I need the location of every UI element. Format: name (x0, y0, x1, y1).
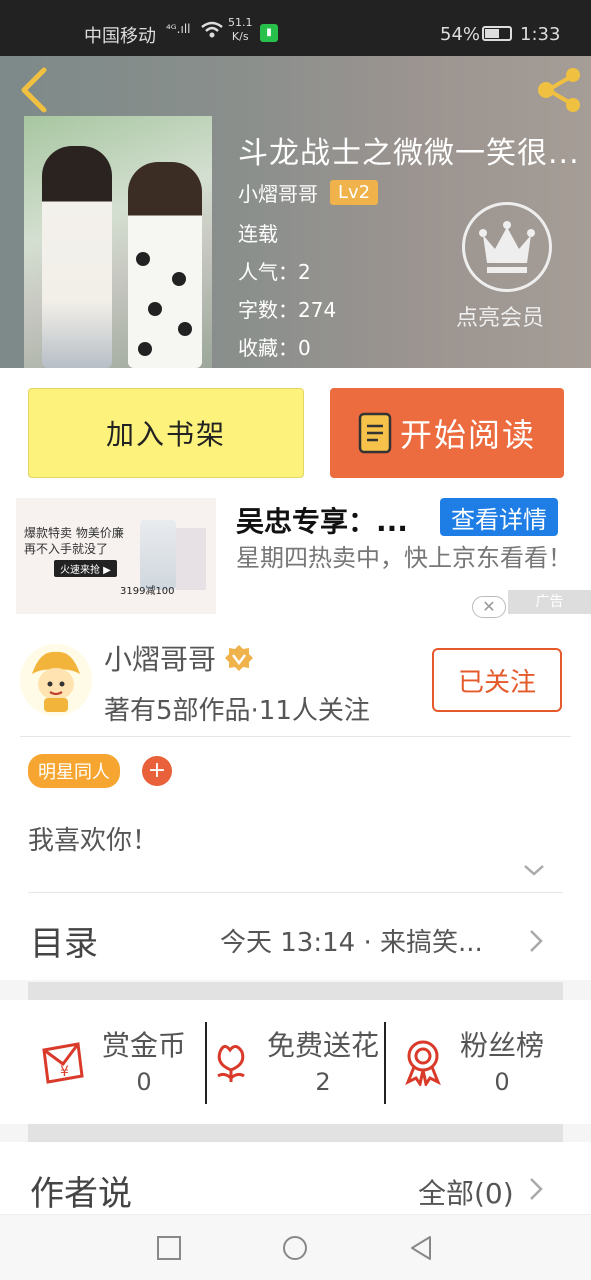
stat-label: 免费送花 (266, 1029, 379, 1062)
level-badge: Lv2 (330, 180, 379, 205)
clock: 1:33 (520, 24, 561, 45)
status-bar: 中国移动 ⁴ᴳ.ıll 51.1 K/s ▮ 54% 1:33 (0, 0, 591, 56)
wifi-icon (200, 20, 224, 45)
recent-apps-icon[interactable] (154, 1233, 184, 1263)
flower-icon[interactable] (206, 1036, 256, 1086)
ad-image[interactable]: 爆款特卖 物美价廉 再不入手就没了 火速来抢 ▶ 3199减100 (16, 498, 216, 614)
battery-icon (482, 26, 512, 41)
section-separator (28, 1124, 563, 1142)
ad-title[interactable]: 吴忠专享：... (236, 500, 408, 540)
follow-button[interactable]: 已关注 (432, 648, 562, 712)
book-intro: 我喜欢你！ (28, 826, 159, 856)
carrier-label: 中国移动 (84, 26, 156, 47)
ad-image-text: 再不入手就没了 (24, 542, 109, 556)
share-button[interactable] (534, 64, 584, 114)
stat-label: 赏金币 (101, 1029, 186, 1062)
add-tag-button[interactable]: + (142, 756, 172, 786)
stat-fan-ranking[interactable]: 粉丝榜 0 (452, 1024, 552, 1096)
author-says-all-link[interactable]: 全部(0) (418, 1172, 514, 1212)
book-status: 连载 (238, 222, 278, 246)
ad-tag: 广告 (508, 590, 591, 614)
stat-value: 0 (136, 1068, 152, 1096)
ad-image-price: 3199减100 (120, 586, 175, 597)
action-bar: 加入书架 开始阅读 (0, 368, 591, 496)
start-reading-button[interactable]: 开始阅读 (330, 388, 564, 478)
toc-label[interactable]: 目录 (30, 916, 98, 965)
battery-percent: 54% (440, 24, 481, 45)
section-separator (28, 982, 563, 1000)
avatar-image (32, 651, 80, 712)
medal-icon[interactable] (398, 1036, 448, 1086)
share-icon (538, 68, 580, 112)
author-section: 小熠哥哥 著有5部作品·11人关注 已关注 明星同人 + 我喜欢你！ 目录 今天… (0, 624, 591, 980)
back-nav-icon[interactable] (406, 1233, 436, 1263)
coin-envelope-icon[interactable]: ¥ (38, 1036, 88, 1086)
cover-figure (42, 146, 112, 368)
author-name[interactable]: 小熠哥哥 (104, 638, 254, 678)
network-speed: 51.1 K/s (228, 16, 253, 43)
start-reading-label: 开始阅读 (399, 416, 536, 454)
book-author[interactable]: 小熠哥哥 (238, 178, 318, 207)
author-name-label: 小熠哥哥 (104, 643, 217, 676)
add-to-shelf-button[interactable]: 加入书架 (28, 388, 304, 478)
vip-crown-button[interactable] (462, 202, 552, 292)
vertical-divider (384, 1022, 386, 1104)
book-icon (358, 412, 392, 454)
back-arrow-icon (21, 67, 47, 113)
book-cover[interactable] (24, 116, 212, 368)
ad-product-box (176, 528, 206, 590)
ad-image-button: 火速来抢 ▶ (54, 560, 117, 577)
ad-banner[interactable]: 爆款特卖 物美价廉 再不入手就没了 火速来抢 ▶ 3199减100 吴忠专享：.… (0, 496, 591, 624)
genre-tag[interactable]: 明星同人 (28, 754, 120, 788)
book-title: 斗龙战士之微微一笑很... (238, 136, 580, 171)
ad-details-button[interactable]: 查看详情 (440, 498, 558, 536)
book-author-line: 小熠哥哥 Lv2 (238, 178, 379, 207)
avatar[interactable] (20, 644, 92, 716)
chevron-right-icon[interactable] (528, 928, 544, 954)
stat-value: 0 (494, 1068, 510, 1096)
ad-close-button[interactable]: ✕ (472, 596, 506, 618)
stat-reward-coins[interactable]: 赏金币 0 (96, 1024, 192, 1096)
divider (20, 736, 571, 737)
divider (28, 892, 563, 893)
author-stats: 著有5部作品·11人关注 (104, 696, 370, 726)
verified-badge-icon (225, 645, 254, 671)
crown-icon (479, 221, 535, 273)
book-header: 斗龙战士之微微一笑很... 小熠哥哥 Lv2 连载 人气：2 字数：274 收藏… (0, 56, 591, 368)
ad-product-bottle (140, 520, 176, 590)
stat-label: 粉丝榜 (459, 1029, 544, 1062)
stats-row: ¥ 赏金币 0 免费送花 2 粉丝榜 0 (0, 1000, 591, 1124)
author-says-label: 作者说 (30, 1174, 132, 1214)
app-notification-icon: ▮ (260, 24, 278, 42)
stat-value: 2 (315, 1068, 331, 1096)
back-button[interactable] (14, 64, 58, 116)
author-says-section: 作者说 全部(0) (0, 1142, 591, 1214)
vip-label[interactable]: 点亮会员 (456, 300, 544, 332)
ad-description: 星期四热卖中，快上京东看看！ (236, 544, 572, 572)
chevron-right-icon[interactable] (528, 1176, 544, 1202)
ad-image-text: 爆款特卖 物美价廉 (24, 526, 124, 540)
svg-text:¥: ¥ (60, 1064, 69, 1080)
signal-icon: ⁴ᴳ.ıll (166, 22, 191, 36)
home-icon[interactable] (280, 1233, 310, 1263)
stat-free-flowers[interactable]: 免费送花 2 (258, 1024, 388, 1096)
book-favorites: 收藏：0 (238, 336, 311, 360)
book-popularity: 人气：2 (238, 260, 311, 284)
book-word-count: 字数：274 (238, 298, 337, 322)
toc-latest-chapter[interactable]: 今天 13:14 · 来搞笑... (220, 922, 483, 959)
chevron-down-icon[interactable] (522, 862, 546, 878)
cover-figure (128, 162, 202, 368)
system-nav-bar (0, 1214, 591, 1280)
